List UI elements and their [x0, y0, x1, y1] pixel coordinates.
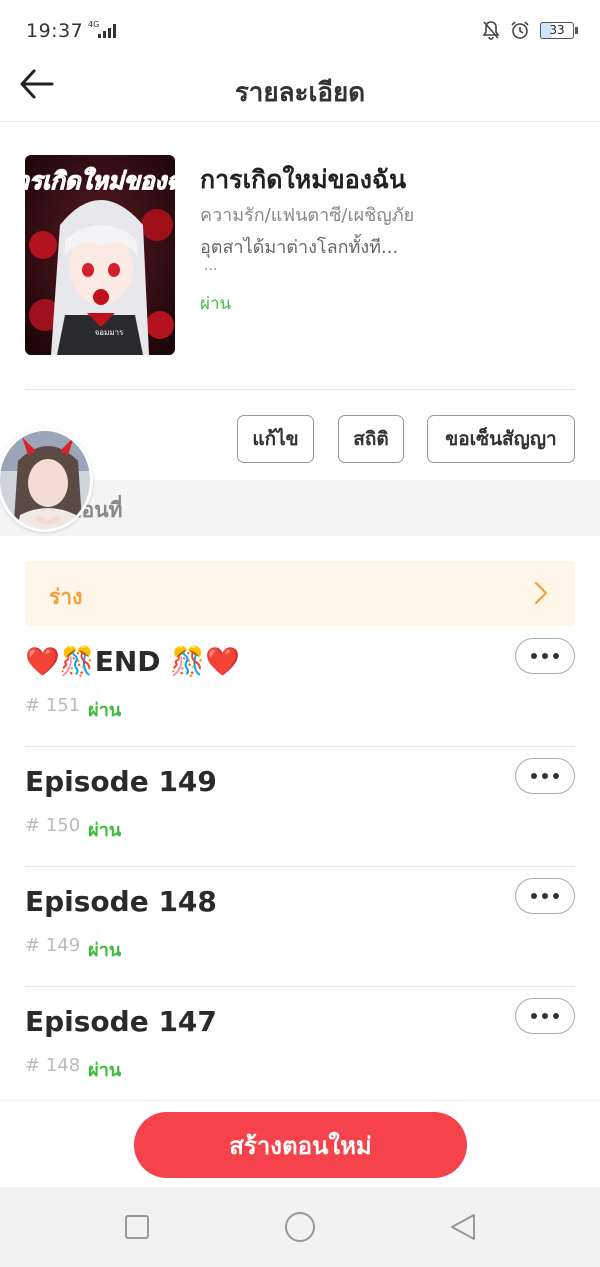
recent-apps-icon[interactable]	[122, 1212, 152, 1242]
description-ellipsis[interactable]: ...	[204, 258, 217, 274]
more-options-button[interactable]	[515, 638, 575, 674]
episode-status: ผ่าน	[88, 820, 122, 841]
cover-title-text: การเกิดใหม่ของฉัน	[25, 167, 175, 195]
episode-status: ผ่าน	[88, 700, 122, 721]
episode-title: ❤️🎊END 🎊❤️	[25, 645, 241, 678]
book-status: ผ่าน	[200, 294, 232, 314]
episode-status: ผ่าน	[88, 940, 122, 961]
episode-number: # 148	[25, 1055, 81, 1076]
episode-title: Episode 148	[25, 885, 217, 918]
episode-row[interactable]: Episode 148 # 149 ผ่าน	[25, 867, 575, 987]
divider	[25, 389, 575, 390]
episode-status: ผ่าน	[88, 1060, 122, 1081]
episode-row[interactable]: Episode 149 # 150 ผ่าน	[25, 747, 575, 867]
episode-title: Episode 149	[25, 765, 217, 798]
header: รายละเอียด	[0, 62, 600, 122]
book-description: อุตสาได้มาต่างโลกทั้งที...	[200, 237, 399, 258]
draft-label: ร่าง	[49, 585, 83, 609]
battery-icon: 33	[540, 21, 578, 39]
cover-sign-text: จอมมาร	[95, 328, 125, 337]
create-episode-button[interactable]: สร้างตอนใหม่	[134, 1112, 467, 1178]
alarm-icon	[511, 21, 529, 39]
book-title: การเกิดใหม่ของฉัน	[200, 165, 407, 194]
page-title: รายละเอียด	[234, 78, 366, 108]
more-options-button[interactable]	[515, 998, 575, 1034]
episode-number: # 151	[25, 695, 81, 716]
status-bar: 19:37 4G 33	[0, 0, 600, 62]
status-time: 19:37	[26, 20, 84, 42]
episode-title: Episode 147	[25, 1005, 217, 1038]
episode-row[interactable]: ❤️🎊END 🎊❤️ # 151 ผ่าน	[25, 627, 575, 747]
episode-number: # 149	[25, 935, 81, 956]
more-options-button[interactable]	[515, 878, 575, 914]
book-cover[interactable]: การเกิดใหม่ของฉัน จอมมาร	[25, 155, 175, 355]
episode-number: # 150	[25, 815, 81, 836]
chevron-right-icon	[534, 581, 548, 605]
stats-button[interactable]: สถิติ	[338, 415, 404, 463]
back-nav-icon[interactable]	[448, 1212, 478, 1242]
bottom-action-area: สร้างตอนใหม่	[0, 1100, 600, 1187]
draft-row[interactable]: ร่าง	[25, 561, 575, 626]
bell-muted-icon	[482, 21, 500, 40]
system-nav-bar	[0, 1187, 600, 1267]
episode-row[interactable]: Episode 147 # 148 ผ่าน	[25, 987, 575, 1107]
floating-avatar[interactable]	[0, 428, 93, 532]
contract-button[interactable]: ขอเซ็นสัญญา	[427, 415, 575, 463]
book-genres: ความรัก/แฟนตาซี/เผชิญภัย	[200, 205, 415, 226]
home-icon[interactable]	[284, 1211, 316, 1243]
more-options-button[interactable]	[515, 758, 575, 794]
edit-button[interactable]: แก้ไข	[237, 415, 314, 463]
